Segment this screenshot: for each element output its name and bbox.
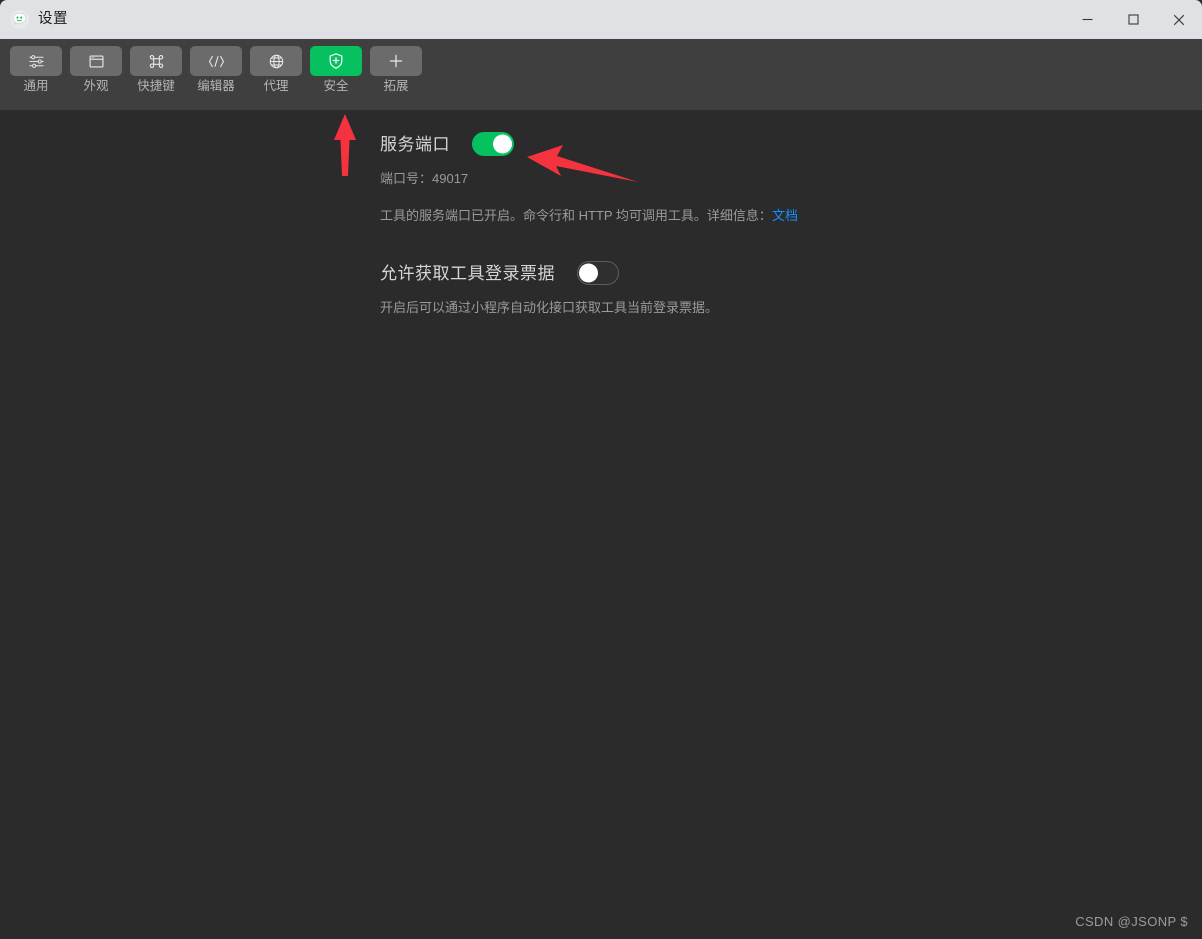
security-settings-panel: 服务端口 端口号：49017 工具的服务端口已开启。命令行和 HTTP 均可调用… <box>380 126 1020 324</box>
documentation-link[interactable]: 文档 <box>772 208 798 223</box>
titlebar: 设置 <box>0 0 1202 39</box>
settings-content: 服务端口 端口号：49017 工具的服务端口已开启。命令行和 HTTP 均可调用… <box>0 110 1202 939</box>
globe-icon <box>250 46 302 76</box>
wechat-devtools-icon <box>10 10 29 29</box>
maximize-button[interactable] <box>1110 0 1156 39</box>
tab-security-label: 安全 <box>323 79 349 93</box>
tab-general[interactable]: 通用 <box>10 46 62 94</box>
service-port-title: 服务端口 <box>380 134 450 154</box>
plus-icon <box>370 46 422 76</box>
settings-window: 设置 通用 外观 快捷键 编辑器 代理 安全 拓展 服务端口 端口号：49017… <box>0 0 1202 939</box>
settings-toolbar: 通用 外观 快捷键 编辑器 代理 安全 拓展 <box>0 39 1202 110</box>
tab-editor[interactable]: 编辑器 <box>190 46 242 94</box>
port-label: 端口号： <box>380 171 433 186</box>
shortcut-icon <box>130 46 182 76</box>
code-icon <box>190 46 242 76</box>
window-controls <box>1064 0 1202 39</box>
window-icon <box>70 46 122 76</box>
login-ticket-header: 允许获取工具登录票据 <box>380 255 1020 291</box>
setting-service-port: 服务端口 端口号：49017 工具的服务端口已开启。命令行和 HTTP 均可调用… <box>380 126 1020 225</box>
close-icon <box>1172 13 1186 27</box>
port-value: 49017 <box>432 171 469 186</box>
service-port-header: 服务端口 <box>380 126 1020 162</box>
tab-shortcuts[interactable]: 快捷键 <box>130 46 182 94</box>
tab-shortcuts-label: 快捷键 <box>137 79 175 93</box>
window-title: 设置 <box>38 11 68 28</box>
minimize-button[interactable] <box>1064 0 1110 39</box>
tab-extensions-label: 拓展 <box>383 79 409 93</box>
sliders-icon <box>10 46 62 76</box>
close-button[interactable] <box>1156 0 1202 39</box>
tab-appearance-label: 外观 <box>83 79 109 93</box>
tab-proxy[interactable]: 代理 <box>250 46 302 94</box>
shield-plus-icon <box>310 46 362 76</box>
tab-security[interactable]: 安全 <box>310 46 362 94</box>
service-port-description: 工具的服务端口已开启。命令行和 HTTP 均可调用工具。详细信息：文档 <box>380 206 1020 226</box>
tab-appearance[interactable]: 外观 <box>70 46 122 94</box>
service-port-number-row: 端口号：49017 <box>380 169 1020 189</box>
toggle-knob <box>579 263 598 283</box>
setting-login-ticket: 允许获取工具登录票据 开启后可以通过小程序自动化接口获取工具当前登录票据。 <box>380 255 1020 318</box>
titlebar-left: 设置 <box>0 10 68 29</box>
maximize-icon <box>1127 13 1140 26</box>
tab-general-label: 通用 <box>23 79 49 93</box>
watermark: CSDN @JSONP $ <box>1075 914 1188 929</box>
service-port-toggle[interactable] <box>472 132 514 156</box>
login-ticket-description: 开启后可以通过小程序自动化接口获取工具当前登录票据。 <box>380 300 719 315</box>
tab-editor-label: 编辑器 <box>197 79 235 93</box>
minimize-icon <box>1081 13 1094 26</box>
login-ticket-toggle[interactable] <box>577 261 619 285</box>
tab-proxy-label: 代理 <box>263 79 289 93</box>
toggle-knob <box>493 134 512 154</box>
login-ticket-title: 允许获取工具登录票据 <box>380 263 555 283</box>
tab-extensions[interactable]: 拓展 <box>370 46 422 94</box>
service-port-description-text: 工具的服务端口已开启。命令行和 HTTP 均可调用工具。详细信息： <box>380 207 772 223</box>
